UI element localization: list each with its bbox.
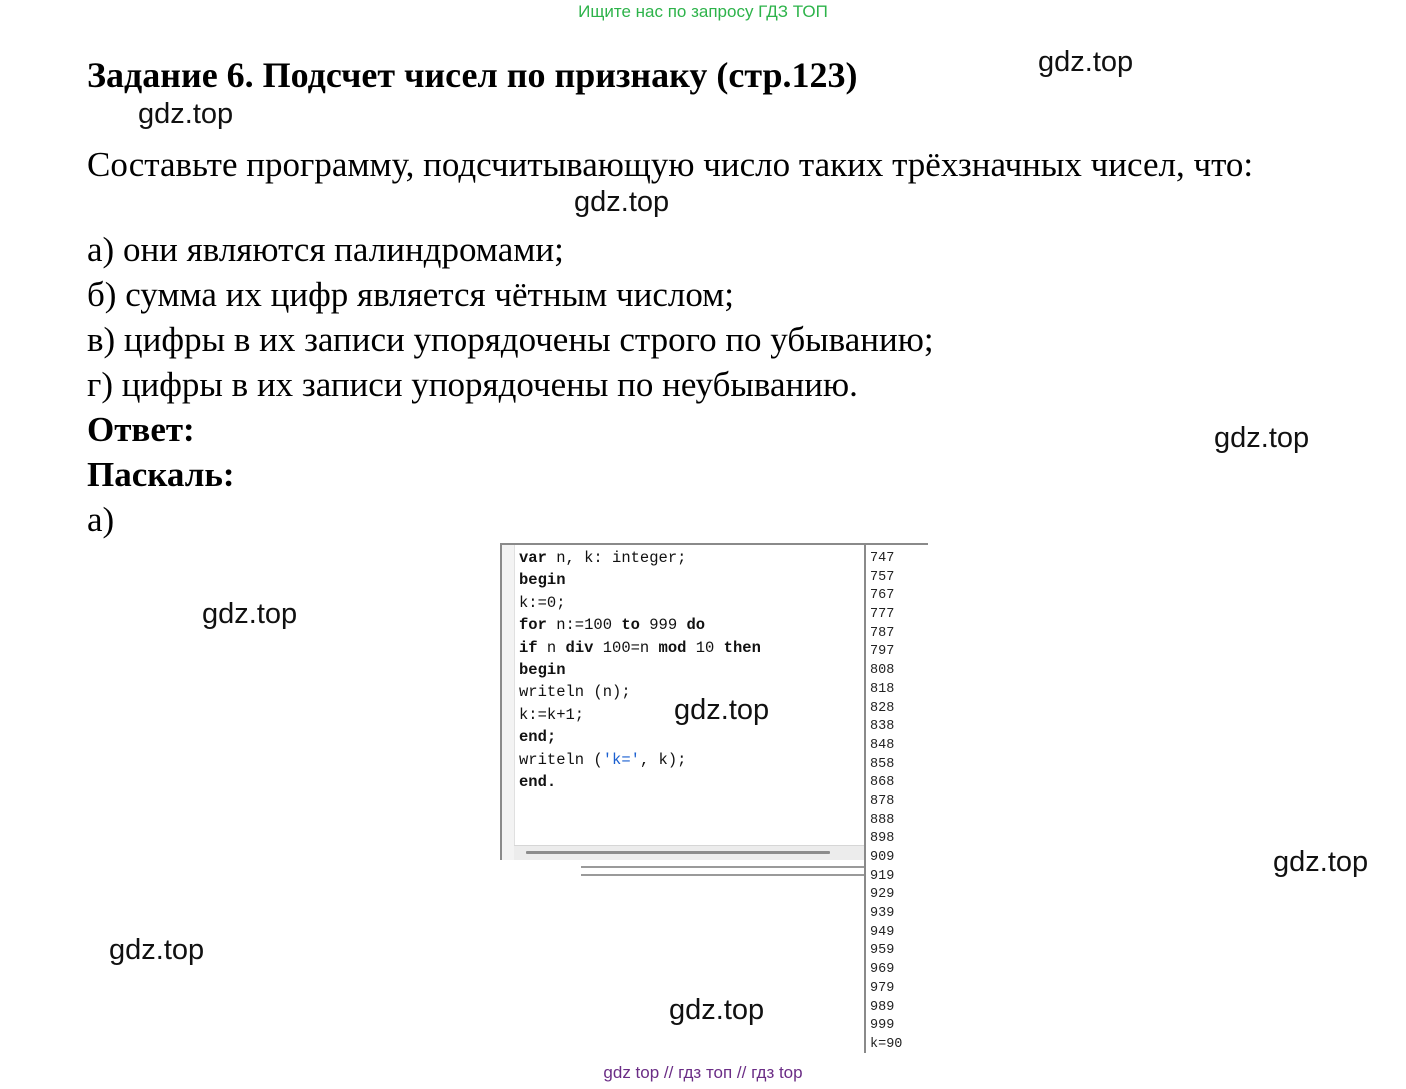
- output-line: 969: [870, 962, 895, 978]
- task-item-a: а) они являются палиндромами;: [87, 230, 564, 269]
- code-token: begin: [519, 571, 566, 590]
- part-label: а): [87, 500, 115, 539]
- output-line: 868: [870, 775, 895, 791]
- program-output-screenshot: 747 757 767 777 787 797 808 818 828 838 848 858 868 8…: [864, 543, 928, 1053]
- output-line: 919: [870, 868, 895, 884]
- code-token: writeln (n);: [519, 683, 631, 702]
- code-token: mod: [658, 638, 687, 657]
- code-token: 10: [686, 638, 724, 657]
- watermark: gdz.top: [1273, 846, 1369, 878]
- code-token: for: [519, 616, 547, 635]
- output-line: 909: [870, 850, 895, 865]
- code-line: begin: [519, 569, 761, 591]
- code-token: 'k=': [602, 750, 640, 769]
- output-line: 808: [870, 663, 895, 679]
- code-token: , k);: [639, 750, 687, 769]
- output-line: 949: [870, 924, 895, 940]
- code-listing: var n, k: integer; begin k:=0; for n:=100 t…: [519, 547, 761, 793]
- watermark: gdz.top: [674, 694, 770, 726]
- output-line: 787: [870, 625, 895, 641]
- output-line: 898: [870, 831, 895, 847]
- watermark: gdz.top: [669, 994, 765, 1026]
- code-token: to: [621, 616, 640, 635]
- task-item-b: б) сумма их цифр является чётным числом;: [87, 275, 735, 314]
- code-token: do: [686, 616, 706, 635]
- output-line: 878: [870, 793, 895, 809]
- scrollbar-thumb: [526, 851, 830, 854]
- watermark: gdz.top: [1038, 46, 1134, 78]
- code-token: n: [537, 638, 566, 657]
- output-line: 929: [870, 887, 895, 903]
- output-line: 767: [870, 588, 895, 604]
- code-line: k:=0;: [519, 592, 761, 614]
- output-line: 818: [870, 681, 895, 697]
- output-listing: 747 757 767 777 787 797 808 818 828 838 848 858 868 8…: [870, 550, 902, 1053]
- code-token: begin: [519, 660, 566, 679]
- footer-links[interactable]: gdz top // гдз топ // гдз top: [0, 1063, 1406, 1083]
- output-line: 757: [870, 569, 895, 585]
- output-line: 848: [870, 737, 895, 753]
- code-token: n:=100: [546, 616, 622, 635]
- output-line: 747: [870, 551, 895, 566]
- code-line: end;: [519, 726, 761, 748]
- code-token: k:=k+1;: [519, 705, 585, 724]
- code-token: k:=0;: [519, 593, 566, 612]
- answer-label: Ответ:: [87, 410, 195, 449]
- output-line: 989: [870, 999, 895, 1015]
- output-line: 888: [870, 812, 895, 828]
- code-token: then: [723, 638, 761, 657]
- output-line: 999: [870, 1018, 895, 1034]
- watermark: gdz.top: [1214, 422, 1310, 454]
- code-token: var: [519, 549, 547, 567]
- language-label: Паскаль:: [87, 455, 235, 494]
- output-line: 838: [870, 719, 895, 735]
- window-edge-lines: [581, 866, 865, 876]
- watermark: gdz.top: [202, 598, 298, 630]
- code-token: end;: [519, 728, 557, 747]
- horizontal-scrollbar: [514, 845, 866, 860]
- code-token: end.: [519, 772, 557, 791]
- code-token: if: [519, 638, 538, 657]
- code-token: div: [565, 638, 594, 657]
- code-token: 999: [639, 616, 687, 635]
- task-title: Задание 6. Подсчет чисел по признаку (ст…: [87, 55, 858, 95]
- output-line: 939: [870, 906, 895, 922]
- watermark: gdz.top: [574, 186, 670, 218]
- task-item-d: г) цифры в их записи упорядочены по неуб…: [87, 365, 858, 404]
- task-item-c: в) цифры в их записи упорядочены строго …: [87, 320, 934, 359]
- output-line: k=90: [870, 1036, 903, 1052]
- output-line: 858: [870, 756, 895, 772]
- watermark: gdz.top: [109, 934, 205, 966]
- output-line: 797: [870, 644, 895, 660]
- output-line: 777: [870, 607, 895, 623]
- watermark: gdz.top: [138, 98, 234, 130]
- code-token: writeln (: [519, 750, 603, 769]
- code-line: for n:=100 to 999 do: [519, 614, 761, 636]
- output-line: 828: [870, 700, 895, 716]
- code-line: writeln ('k=', k);: [519, 749, 761, 771]
- output-line: 959: [870, 943, 895, 959]
- code-line: if n div 100=n mod 10 then: [519, 637, 761, 659]
- code-line: begin: [519, 659, 761, 681]
- code-gutter: [502, 545, 515, 860]
- code-line: end.: [519, 771, 761, 793]
- code-token: n, k: integer;: [546, 549, 687, 567]
- top-banner[interactable]: Ищите нас по запросу ГДЗ ТОП: [0, 2, 1406, 22]
- code-token: 100=n: [593, 638, 659, 657]
- task-intro: Составьте программу, подсчитывающую числ…: [87, 145, 1254, 184]
- output-line: 979: [870, 980, 895, 996]
- code-line: var n, k: integer;: [519, 547, 761, 569]
